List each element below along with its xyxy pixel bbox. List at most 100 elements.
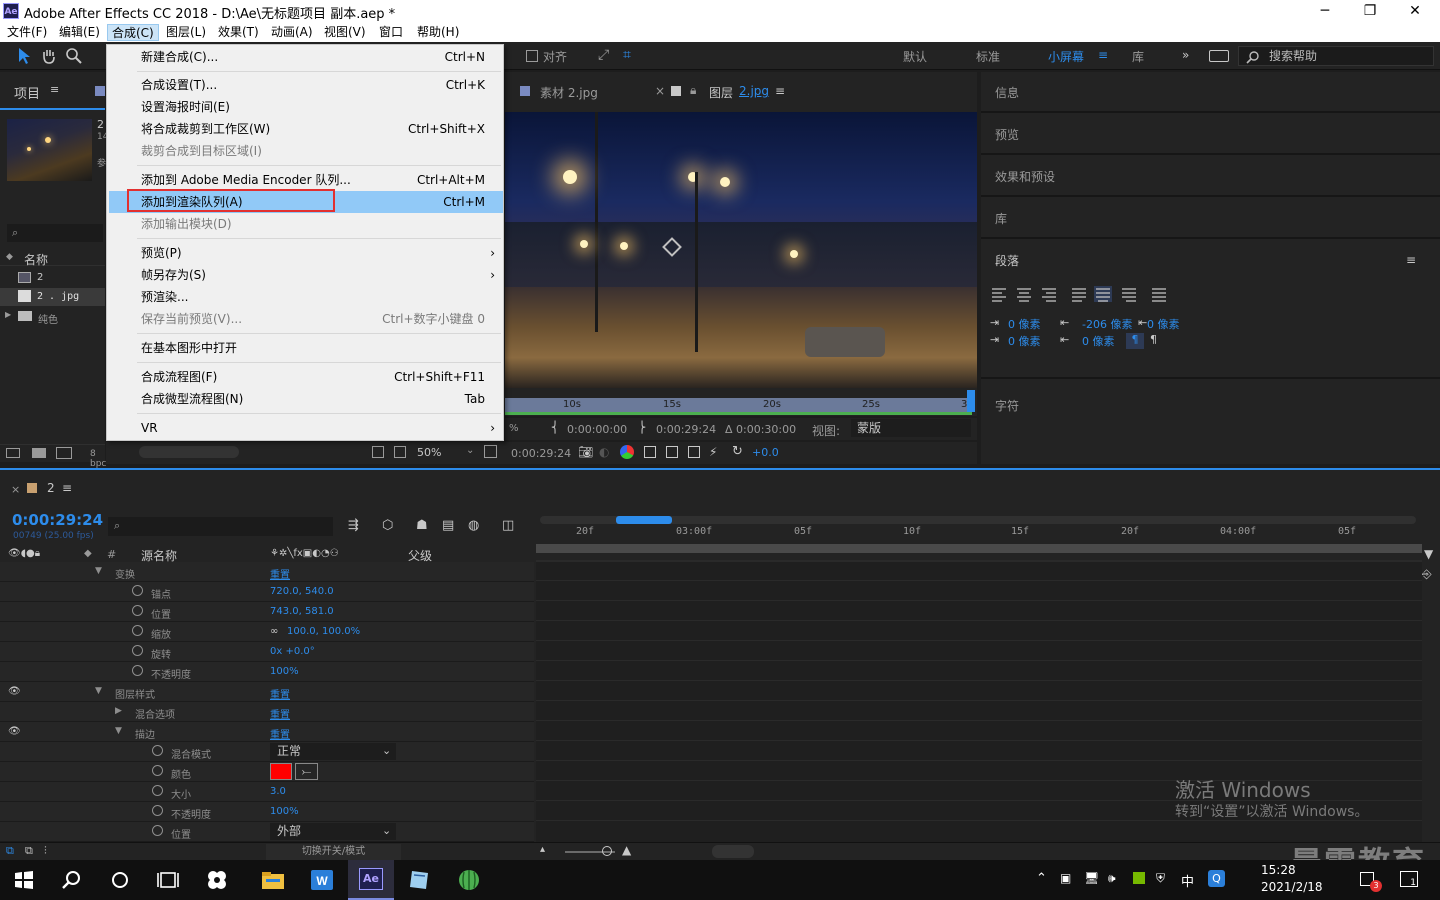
prop-row-rotation[interactable]: 旋转 0x +0.0°: [0, 642, 534, 662]
workspace-small-screen[interactable]: 小屏幕: [1048, 48, 1084, 65]
prop-row-opacity[interactable]: 不透明度 100%: [0, 662, 534, 682]
prop-value[interactable]: 100%: [270, 666, 299, 677]
prop-reset-link[interactable]: 重置: [270, 566, 290, 581]
search-help-input[interactable]: 搜索帮助: [1238, 46, 1434, 66]
prop-row-scale[interactable]: 缩放 ∞ 100.0, 100.0%: [0, 622, 534, 642]
transparency-icon[interactable]: [688, 446, 700, 458]
stopwatch-icon[interactable]: [132, 585, 143, 596]
chevron-down-icon[interactable]: ⌄: [466, 445, 474, 456]
composition-viewer[interactable]: [505, 112, 977, 388]
lock-icon[interactable]: 🔒︎: [690, 83, 696, 98]
timeline-timecode[interactable]: 0:00:29:24: [12, 511, 103, 529]
menu-effect[interactable]: 效果(T): [214, 24, 263, 41]
eye-icon[interactable]: 👁︎: [8, 726, 21, 737]
color-swatch[interactable]: [270, 763, 292, 780]
search-icon[interactable]: [60, 868, 84, 892]
grid-icon[interactable]: [666, 446, 678, 458]
stopwatch-icon[interactable]: [152, 765, 163, 776]
project-menu-icon[interactable]: ≡: [50, 83, 59, 96]
windows-start-icon[interactable]: [12, 868, 36, 892]
timeline-search-input[interactable]: [108, 517, 333, 536]
watermelon-app-icon[interactable]: [456, 868, 480, 892]
transfer-controls-icon[interactable]: ⧉: [25, 844, 33, 858]
shy-icon[interactable]: ☗: [416, 518, 428, 533]
prop-row-stroke[interactable]: 👁︎ ▼ 描边 重置: [0, 722, 534, 742]
menu-help[interactable]: 帮助(H): [413, 24, 463, 41]
stroke-position-select[interactable]: 外部: [270, 823, 396, 840]
draft-3d-icon[interactable]: ⬡: [382, 518, 393, 533]
project-item-comp[interactable]: 2: [0, 270, 105, 287]
qq-icon[interactable]: Q: [1208, 870, 1225, 887]
stopwatch-icon[interactable]: [132, 625, 143, 636]
stopwatch-icon[interactable]: [132, 665, 143, 676]
zoom-in-icon[interactable]: ▲: [622, 843, 631, 857]
menu-item-comp-flowchart[interactable]: 合成流程图(F) Ctrl+Shift+F11: [109, 366, 503, 388]
prop-reset-link[interactable]: 重置: [270, 706, 290, 721]
layer-tab-name[interactable]: 2.jpg: [739, 84, 769, 98]
footage-tab[interactable]: 素材 2.jpg: [540, 84, 598, 101]
stopwatch-icon[interactable]: [152, 825, 163, 836]
ime-indicator[interactable]: 中: [1181, 871, 1194, 890]
stopwatch-icon[interactable]: [152, 805, 163, 816]
stopwatch-icon[interactable]: [132, 645, 143, 656]
menu-item-comp-mini-flowchart[interactable]: 合成微型流程图(N) Tab: [109, 388, 503, 410]
menu-item-preview[interactable]: 预览(P) ›: [109, 242, 503, 264]
in-point-icon[interactable]: ⎨: [551, 421, 559, 434]
project-sort-icon[interactable]: ◆: [6, 252, 13, 262]
ltr-direction-icon[interactable]: ¶: [1126, 333, 1144, 349]
timeline-end-marker[interactable]: ▼: [1424, 547, 1433, 561]
close-timeline-icon[interactable]: ×: [11, 483, 20, 496]
twirl-right-icon[interactable]: ▶: [115, 706, 122, 716]
workspace-menu-icon[interactable]: ≡: [1098, 48, 1108, 62]
bpc-label[interactable]: 8 bpc: [90, 449, 106, 469]
label-tag-icon[interactable]: ◆: [84, 548, 92, 559]
prop-row-color[interactable]: 颜色 ⤚: [0, 762, 534, 782]
toggle-mask-icon[interactable]: [644, 446, 656, 458]
project-col-name[interactable]: 名称: [24, 251, 48, 268]
clock-time[interactable]: 15:28: [1261, 863, 1296, 877]
panel-library[interactable]: 库: [995, 210, 1007, 227]
interpret-footage-icon[interactable]: [6, 448, 20, 458]
col-number[interactable]: #: [107, 548, 116, 561]
av-features-icons[interactable]: 👁︎◖●🔒︎: [8, 548, 40, 559]
taskbar-ae-active[interactable]: Ae: [348, 860, 394, 900]
close-button[interactable]: ✕: [1392, 0, 1438, 22]
selection-tool-icon[interactable]: [16, 47, 32, 65]
menu-layer[interactable]: 图层(L): [162, 24, 210, 41]
clock-date[interactable]: 2021/2/18: [1261, 880, 1323, 894]
prop-value[interactable]: 3.0: [270, 786, 286, 797]
volume-icon[interactable]: 🕪︎: [1108, 871, 1116, 886]
sync-icon[interactable]: [1209, 50, 1229, 62]
tray-app-icon[interactable]: ▣: [1060, 871, 1071, 885]
prop-row-blend-mode[interactable]: 混合模式 正常 ⌄: [0, 742, 534, 762]
comp-mini-flowchart-icon[interactable]: ⇶: [348, 518, 359, 533]
menu-item-new-comp[interactable]: 新建合成(C)... Ctrl+N: [109, 46, 503, 68]
twirl-down-icon[interactable]: ▼: [95, 686, 102, 696]
prop-row-size[interactable]: 大小 3.0: [0, 782, 534, 802]
project-scroll[interactable]: [139, 446, 239, 458]
panel-preview[interactable]: 预览: [995, 126, 1019, 143]
panel-effects-presets[interactable]: 效果和预设: [995, 168, 1055, 185]
layer-tab-prefix[interactable]: 图层: [709, 84, 733, 101]
toggle-switches-modes-button[interactable]: 切换开关/模式: [266, 844, 401, 860]
constrain-link-icon[interactable]: ∞: [270, 626, 278, 637]
rtl-direction-icon[interactable]: ¶: [1150, 333, 1157, 346]
tray-expand-icon[interactable]: ⌃: [1036, 871, 1047, 886]
prop-row-anchor[interactable]: 锚点 720.0, 540.0: [0, 582, 534, 602]
snap-checkbox[interactable]: [526, 50, 538, 62]
fast-preview-icon[interactable]: ⚡︎: [709, 445, 717, 459]
timeline-scroll[interactable]: [712, 845, 754, 858]
frame-blending-icon[interactable]: ▤: [442, 518, 454, 533]
indent-right-value[interactable]: 0 像素: [1147, 316, 1180, 332]
graph-editor-icon[interactable]: ◫: [502, 518, 514, 533]
twirl-down-icon[interactable]: ▼: [115, 726, 122, 736]
exposure-value[interactable]: +0.0: [752, 446, 779, 459]
workspace-default[interactable]: 默认: [903, 48, 927, 65]
notebook-app-icon[interactable]: [406, 868, 430, 892]
hand-tool-icon[interactable]: [40, 47, 58, 65]
stopwatch-icon[interactable]: [132, 605, 143, 616]
prop-value[interactable]: 100.0, 100.0%: [287, 626, 360, 637]
prop-reset-link[interactable]: 重置: [270, 726, 290, 741]
project-item-folder[interactable]: ▶ 纯色: [0, 308, 105, 326]
prop-value[interactable]: 743.0, 581.0: [270, 606, 334, 617]
